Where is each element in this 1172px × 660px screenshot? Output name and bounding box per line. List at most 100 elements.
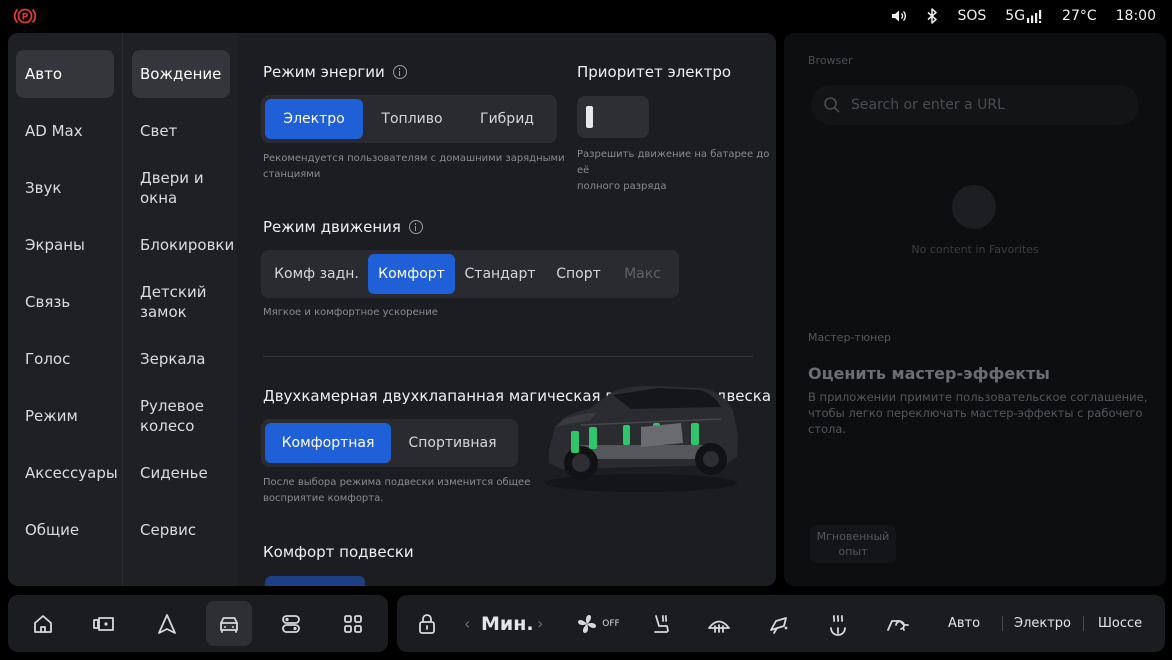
nav-ad-max[interactable]: AD Max bbox=[16, 107, 114, 155]
energy-mode-hint: Рекомендуется пользователям с домашними … bbox=[263, 151, 565, 183]
energy-mode-selector: Электро Топливо Гибрид bbox=[261, 95, 557, 143]
dock-separator bbox=[1083, 616, 1084, 631]
electric-priority-hint: Разрешить движение на батарее до её полн… bbox=[577, 147, 776, 195]
nav-mirrors[interactable]: Зеркала bbox=[132, 335, 230, 383]
electric-priority-hint-line: Разрешить движение на батарее до её bbox=[577, 149, 770, 176]
energy-option-fuel[interactable]: Топливо bbox=[363, 99, 461, 139]
apps-button[interactable] bbox=[330, 601, 376, 646]
drive-option-comfort-rear[interactable]: Комф задн. bbox=[265, 254, 368, 294]
info-icon[interactable] bbox=[392, 65, 407, 79]
instant-experience-button[interactable]: Мгновенный опыт bbox=[810, 525, 896, 563]
temperature: 27°C bbox=[1062, 8, 1097, 24]
empty-favorites-icon bbox=[952, 185, 996, 229]
energy-mode-hint-line: станциями bbox=[263, 169, 321, 180]
suv-suspension-image bbox=[545, 385, 738, 492]
steering-heat-icon bbox=[830, 614, 846, 636]
mode-highway-button[interactable]: Шоссе bbox=[1098, 595, 1142, 652]
nav-mode[interactable]: Режим bbox=[16, 392, 114, 440]
suspension-mode-selector: Комфортная Спортивная bbox=[261, 419, 518, 467]
drive-mode-selector: Комф задн. Комфорт Стандарт Спорт Макс bbox=[261, 250, 679, 298]
controls-button[interactable] bbox=[268, 601, 314, 646]
suspension-option-comfort[interactable]: Комфортная bbox=[265, 423, 391, 463]
drive-option-sport[interactable]: Спорт bbox=[545, 254, 612, 294]
nav-sound[interactable]: Звук bbox=[16, 164, 114, 212]
mode-auto-button[interactable]: Авто bbox=[948, 595, 980, 652]
front-defrost-button[interactable] bbox=[696, 601, 742, 646]
mode-electric-button[interactable]: Электро bbox=[1014, 595, 1071, 652]
nav-voice[interactable]: Голос bbox=[16, 335, 114, 383]
energy-option-hybrid[interactable]: Гибрид bbox=[461, 99, 553, 139]
apps-grid-icon bbox=[344, 614, 362, 633]
dock-separator bbox=[1002, 616, 1003, 631]
fan-toggle-button[interactable]: OFF bbox=[569, 601, 625, 646]
energy-option-electric[interactable]: Электро bbox=[265, 99, 363, 139]
nav-driving[interactable]: Вождение bbox=[132, 50, 230, 98]
bluetooth-icon[interactable] bbox=[926, 8, 938, 24]
section-divider bbox=[263, 356, 753, 357]
seat-icon bbox=[654, 614, 669, 633]
mirror-heat-icon bbox=[770, 616, 788, 634]
energy-mode-hint-line: Рекомендуется пользователям с домашними … bbox=[263, 153, 565, 164]
home-icon bbox=[34, 614, 52, 633]
toggle-knob bbox=[586, 106, 593, 128]
search-icon bbox=[824, 97, 840, 113]
recirculation-icon bbox=[887, 619, 909, 631]
nav-locks[interactable]: Блокировки bbox=[132, 221, 234, 269]
app-dock bbox=[8, 595, 388, 652]
suspension-option-sport[interactable]: Спортивная bbox=[391, 423, 514, 463]
media-icon bbox=[93, 616, 114, 631]
car-icon bbox=[220, 616, 238, 633]
signal-icon bbox=[1027, 9, 1042, 23]
suspension-comfort-selector[interactable] bbox=[265, 576, 365, 586]
master-tuner-label: Мастер-тюнер bbox=[808, 331, 892, 344]
secondary-nav: Вождение Свет Двери и окна Блокировки Де… bbox=[122, 33, 237, 586]
navigation-button[interactable] bbox=[144, 601, 190, 646]
steering-heat-button[interactable] bbox=[815, 601, 861, 646]
suspension-hint-line: После выбора режима подвески изменится о… bbox=[263, 477, 531, 488]
fan-speed-value: Мин. bbox=[481, 612, 534, 635]
nav-lights[interactable]: Свет bbox=[132, 107, 230, 155]
nav-connectivity[interactable]: Связь bbox=[16, 278, 114, 326]
master-tuner-description: В приложении примите пользовательское со… bbox=[808, 390, 1148, 436]
drive-mode-title: Режим движения bbox=[263, 218, 423, 236]
energy-mode-title-text: Режим энергии bbox=[263, 63, 385, 81]
parking-brake-alert-icon[interactable]: P bbox=[14, 6, 36, 26]
vehicle-button[interactable] bbox=[206, 601, 252, 646]
nav-seat[interactable]: Сиденье bbox=[132, 449, 230, 497]
browser-panel: Browser Search or enter a URL No content… bbox=[784, 33, 1166, 586]
nav-accessories[interactable]: Аксессуары bbox=[16, 449, 118, 497]
nav-child-lock[interactable]: Детский замок bbox=[132, 278, 230, 326]
instant-experience-label: Мгновенный bbox=[816, 530, 890, 543]
fan-icon bbox=[578, 614, 597, 633]
lock-button[interactable] bbox=[404, 601, 450, 646]
fan-decrease-button[interactable]: ‹ bbox=[464, 595, 470, 652]
nav-service[interactable]: Сервис bbox=[132, 506, 230, 554]
nav-doors-windows[interactable]: Двери и окна bbox=[132, 164, 230, 212]
clock: 18:00 bbox=[1115, 8, 1156, 24]
nav-steering-wheel[interactable]: Рулевое колесо bbox=[132, 392, 230, 440]
electric-priority-toggle[interactable] bbox=[577, 96, 649, 138]
mirror-heat-button[interactable] bbox=[756, 601, 802, 646]
drive-mode-title-text: Режим движения bbox=[263, 218, 401, 236]
suspension-comfort-title: Комфорт подвески bbox=[263, 543, 414, 561]
info-icon[interactable] bbox=[408, 220, 423, 234]
suspension-hint-line: восприятие комфорта. bbox=[263, 493, 384, 504]
drive-option-comfort[interactable]: Комфорт bbox=[368, 254, 455, 294]
nav-screens[interactable]: Экраны bbox=[16, 221, 114, 269]
fan-increase-button[interactable]: › bbox=[537, 595, 543, 652]
electric-priority-hint-line: полного разряда bbox=[577, 181, 667, 192]
sos-label[interactable]: SOS bbox=[957, 8, 986, 24]
browser-search-input[interactable]: Search or enter a URL bbox=[811, 85, 1139, 125]
media-button[interactable] bbox=[81, 601, 127, 646]
volume-icon[interactable] bbox=[891, 9, 907, 23]
navigation-icon bbox=[158, 613, 176, 634]
drive-option-standard[interactable]: Стандарт bbox=[455, 254, 545, 294]
recirculation-button[interactable] bbox=[875, 601, 921, 646]
browser-label: Browser bbox=[808, 54, 853, 67]
network-indicator: 5G bbox=[1005, 8, 1043, 24]
nav-general[interactable]: Общие bbox=[16, 506, 114, 554]
home-button[interactable] bbox=[20, 601, 66, 646]
drive-mode-hint: Мягкое и комфортное ускорение bbox=[263, 307, 438, 318]
nav-auto[interactable]: Авто bbox=[16, 50, 114, 98]
seat-heat-button[interactable] bbox=[637, 601, 683, 646]
